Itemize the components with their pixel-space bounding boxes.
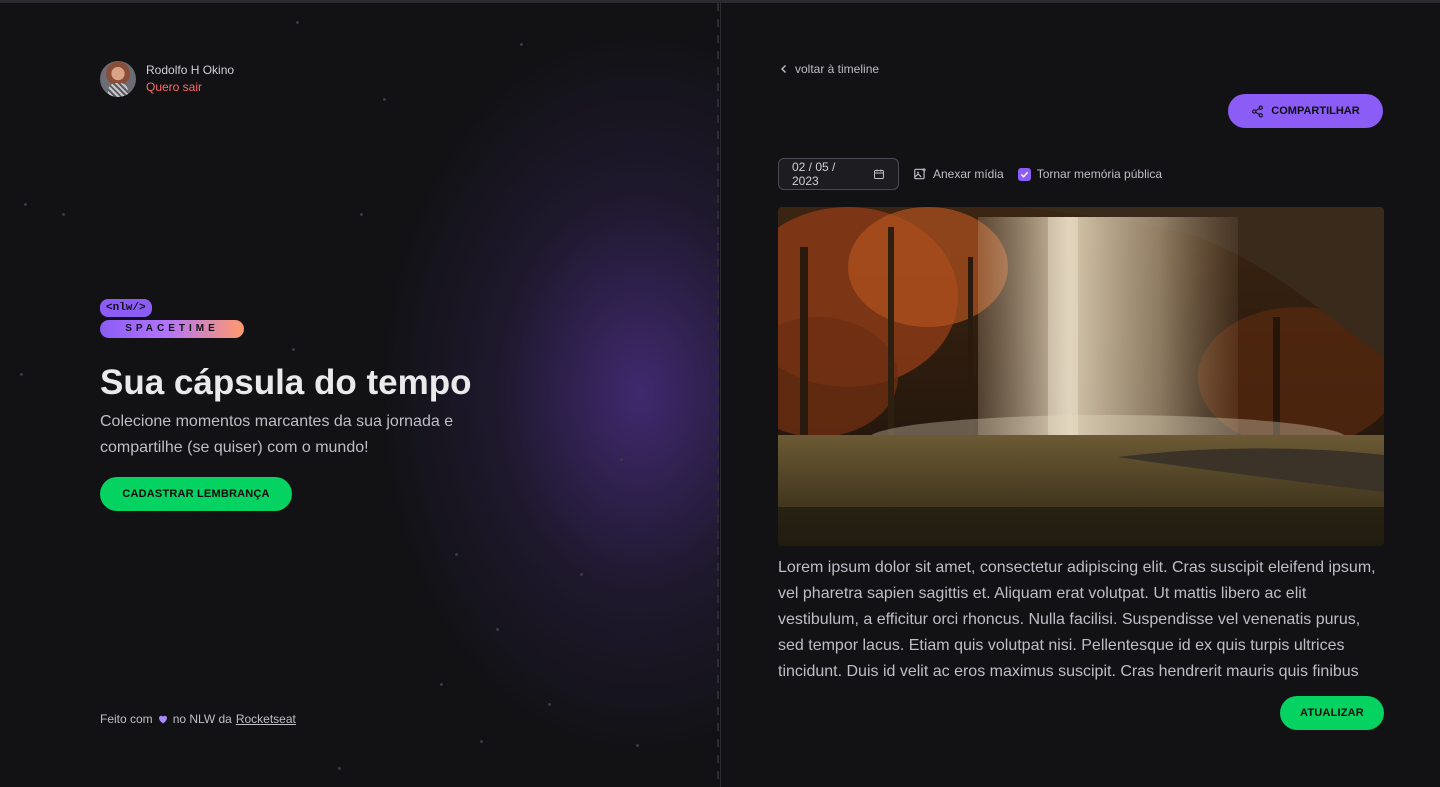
back-label: voltar à timeline	[795, 62, 880, 76]
footer: Feito com no NLW da Rocketseat	[100, 712, 296, 726]
share-label: COMPARTILHAR	[1271, 105, 1360, 117]
memory-editor: voltar à timeline COMPARTILHAR 02 / 05 /…	[720, 3, 1440, 787]
public-memory-toggle[interactable]: Tornar memória pública	[1017, 167, 1163, 181]
date-value: 02 / 05 / 2023	[792, 160, 836, 188]
hero-subtitle: Colecione momentos marcantes da sua jorn…	[100, 413, 454, 456]
footer-middle: no NLW da	[172, 712, 232, 726]
memory-content[interactable]: Lorem ipsum dolor sit amet, consectetur …	[778, 555, 1386, 685]
attach-media-button[interactable]: Anexar mídia	[913, 167, 1004, 181]
logo-tag: <nlw/>	[100, 299, 152, 317]
heart-icon	[158, 715, 167, 724]
nlw-spacetime-logo: <nlw/> SPACETIME	[100, 297, 244, 338]
rocketseat-link[interactable]: Rocketseat	[236, 712, 296, 726]
avatar[interactable]	[100, 61, 136, 97]
register-memory-button[interactable]: CADASTRAR LEMBRANÇA	[100, 477, 292, 511]
memory-toolbar: 02 / 05 / 2023 Anexar mídia Tornar memór…	[778, 158, 1162, 190]
public-checkbox[interactable]	[1017, 167, 1031, 181]
waterfall-photo	[778, 207, 1384, 546]
footer-prefix: Feito com	[100, 712, 153, 726]
back-to-timeline-link[interactable]: voltar à timeline	[779, 62, 879, 76]
page-title: Sua cápsula do tempo	[100, 363, 472, 402]
public-memory-label: Tornar memória pública	[1036, 167, 1163, 181]
update-button[interactable]: ATUALIZAR	[1280, 696, 1384, 730]
logo-spacetime: SPACETIME	[100, 320, 244, 338]
image-plus-icon	[914, 168, 926, 180]
chevron-left-icon	[781, 65, 786, 73]
user-name: Rodolfo H Okino	[146, 63, 235, 77]
user-info: Rodolfo H Okino Quero sair	[146, 62, 234, 96]
hero-panel: Rodolfo H Okino Quero sair <nlw/> SPACET…	[0, 3, 719, 787]
share-icon	[1252, 105, 1264, 117]
divider-stripes	[717, 3, 719, 787]
user-profile[interactable]: Rodolfo H Okino Quero sair	[100, 61, 234, 97]
check-icon	[1020, 171, 1028, 178]
calendar-icon[interactable]	[873, 168, 885, 180]
share-button[interactable]: COMPARTILHAR	[1228, 94, 1383, 128]
logout-link[interactable]: Quero sair	[146, 79, 234, 96]
attach-media-label: Anexar mídia	[933, 167, 1004, 181]
date-input[interactable]: 02 / 05 / 2023	[778, 158, 899, 190]
memory-cover-image[interactable]	[778, 207, 1384, 546]
